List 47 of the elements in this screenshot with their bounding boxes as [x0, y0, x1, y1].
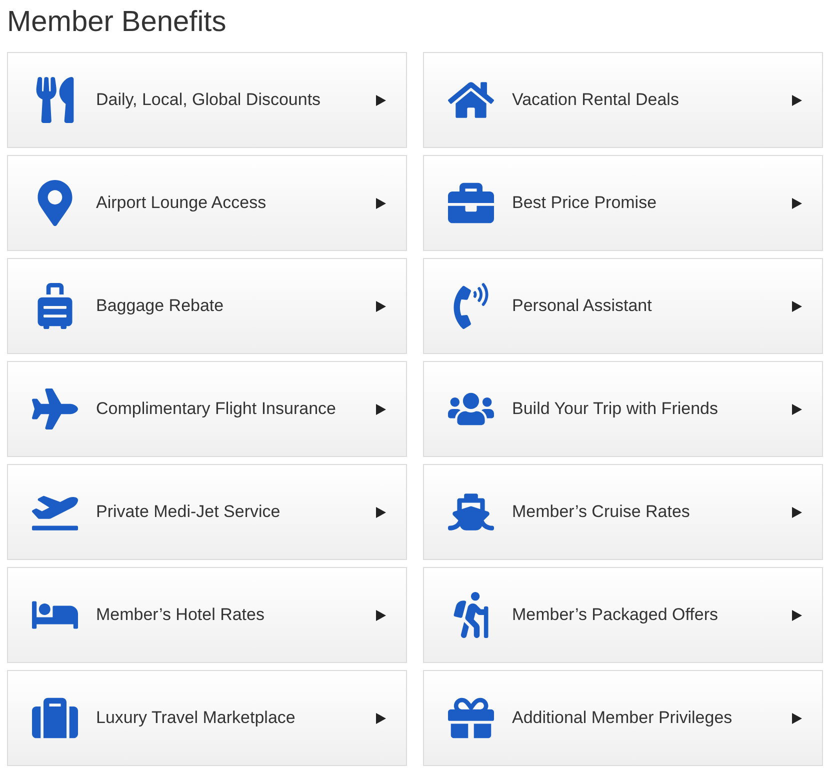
benefit-label: Complimentary Flight Insurance	[96, 398, 337, 420]
benefit-card[interactable]: Private Medi-Jet Service	[7, 464, 407, 560]
benefit-label: Best Price Promise	[512, 192, 658, 214]
benefit-card[interactable]: Member’s Hotel Rates	[7, 567, 407, 663]
caret-icon	[792, 300, 802, 312]
caret-icon	[376, 610, 386, 620]
benefit-label: Personal Assistant	[512, 295, 653, 317]
benefit-card[interactable]: Complimentary Flight Insurance	[7, 361, 407, 457]
benefit-card[interactable]: Build Your Trip with Friends	[423, 361, 823, 457]
caret-icon	[376, 300, 386, 312]
suitcase-icon	[32, 695, 78, 741]
benefit-card[interactable]: Vacation Rental Deals	[423, 52, 823, 148]
briefcase-icon	[448, 180, 494, 226]
caret-icon	[792, 712, 802, 724]
benefit-label: Vacation Rental Deals	[512, 89, 680, 111]
benefit-card[interactable]: Best Price Promise	[423, 155, 823, 251]
benefit-label: Luxury Travel Marketplace	[96, 707, 296, 729]
benefit-card[interactable]: Airport Lounge Access	[7, 155, 407, 251]
benefit-label: Airport Lounge Access	[96, 192, 268, 214]
benefit-card[interactable]: Luxury Travel Marketplace	[7, 670, 407, 766]
benefit-card[interactable]: Additional Member Privileges	[423, 670, 823, 766]
benefit-label: Additional Member Privileges	[512, 707, 734, 729]
gift-icon	[448, 695, 494, 741]
caret-icon	[376, 712, 386, 724]
benefit-label: Baggage Rebate	[96, 295, 225, 317]
caret-icon	[792, 506, 802, 518]
caret-icon	[376, 198, 386, 208]
caret-icon	[376, 506, 386, 518]
caret-icon	[792, 610, 802, 620]
caret-icon	[792, 94, 802, 106]
benefit-label: Daily, Local, Global Discounts	[96, 89, 322, 111]
benefit-label: Member’s Packaged Offers	[512, 604, 719, 626]
airplane-icon	[32, 386, 78, 432]
benefit-card[interactable]: Daily, Local, Global Discounts	[7, 52, 407, 148]
benefit-label: Build Your Trip with Friends	[512, 398, 719, 420]
benefit-label: Private Medi-Jet Service	[96, 501, 282, 523]
caret-icon	[376, 404, 386, 414]
caret-icon	[376, 94, 386, 106]
page-title: Member Benefits	[7, 5, 226, 40]
benefit-card[interactable]: Member’s Packaged Offers	[423, 567, 823, 663]
benefit-label: Member’s Cruise Rates	[512, 501, 691, 523]
caret-icon	[792, 404, 802, 414]
benefit-label: Member’s Hotel Rates	[96, 604, 266, 626]
benefit-card[interactable]: Personal Assistant	[423, 258, 823, 354]
benefit-card[interactable]: Baggage Rebate	[7, 258, 407, 354]
caret-icon	[792, 198, 802, 208]
benefit-card[interactable]: Member’s Cruise Rates	[423, 464, 823, 560]
